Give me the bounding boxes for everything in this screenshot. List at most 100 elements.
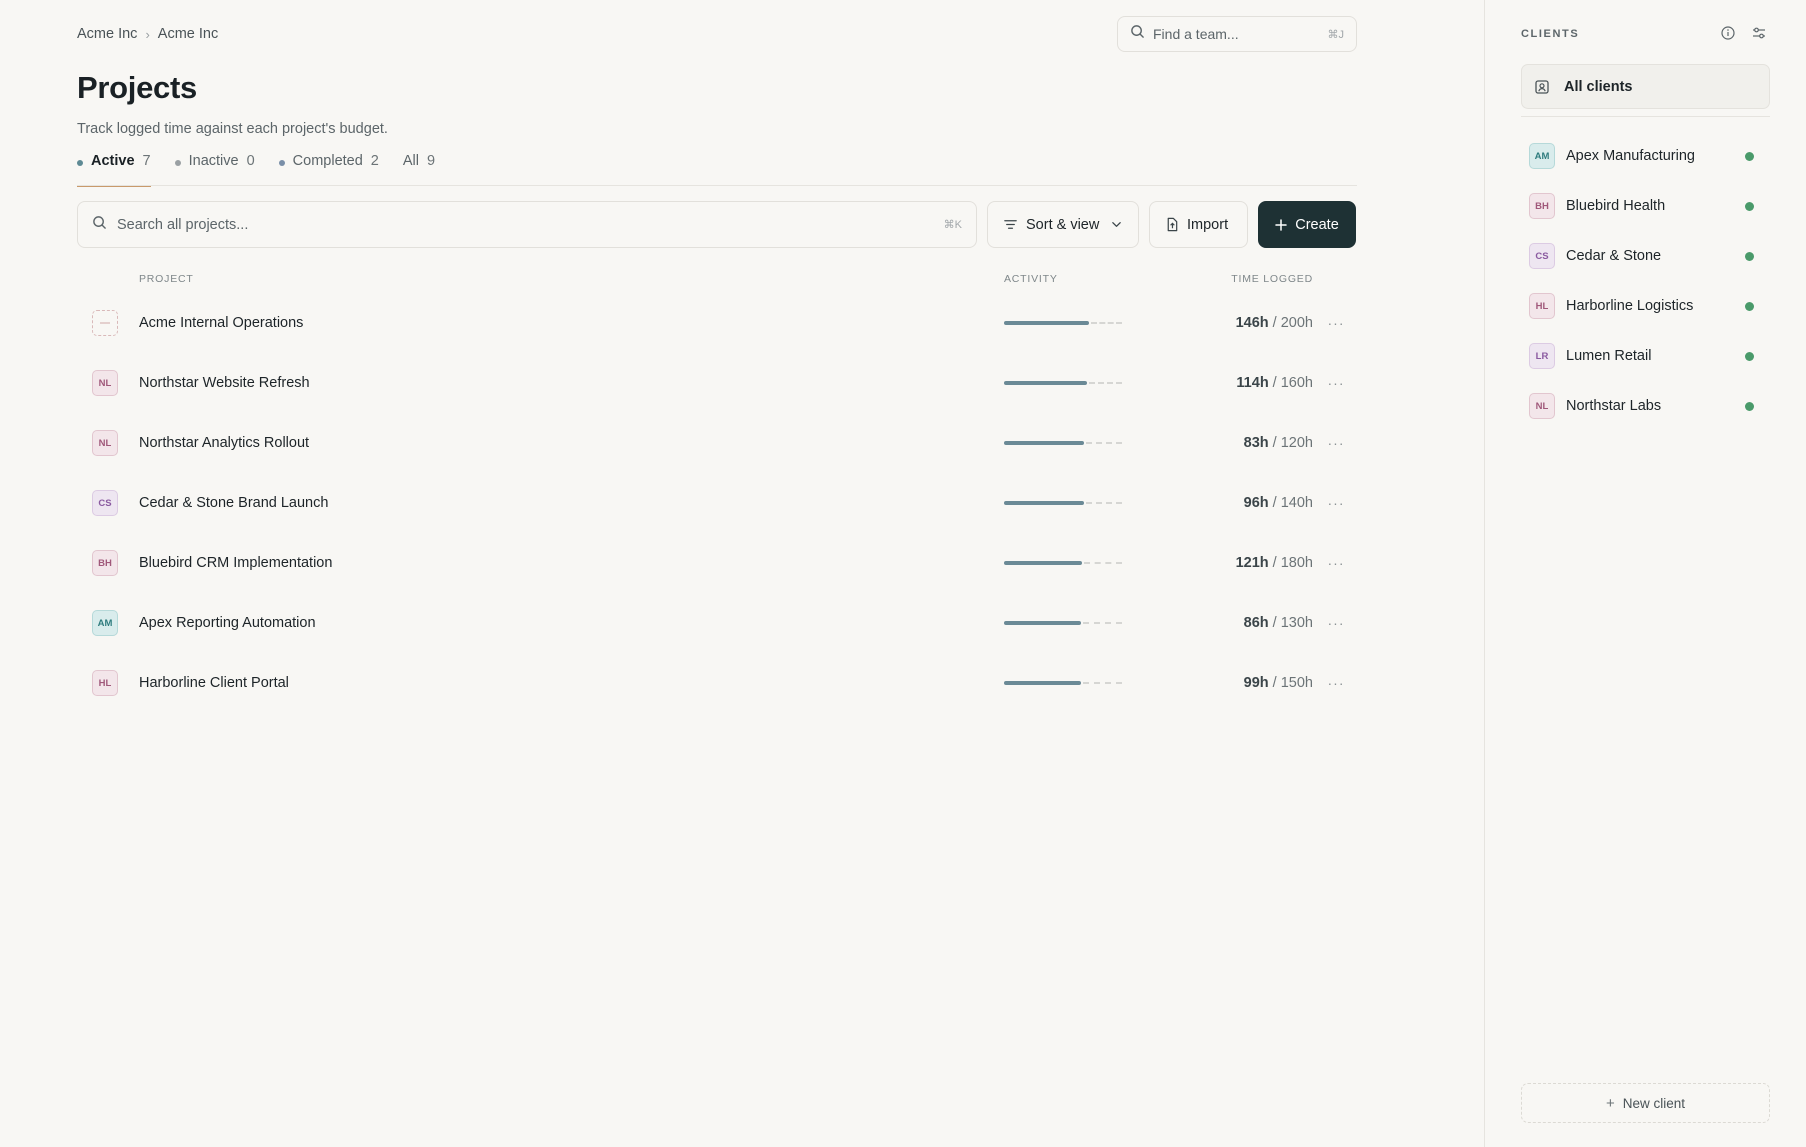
tab-completed[interactable]: Completed 2 bbox=[278, 150, 379, 186]
status-dot bbox=[1745, 301, 1754, 311]
table-row[interactable]: AM Apex Reporting Automation 86h/ 130h ··· bbox=[77, 593, 1357, 653]
more-options-icon[interactable]: ··· bbox=[1327, 375, 1345, 391]
activity-bar-remaining bbox=[1084, 562, 1122, 564]
client-avatar: NL bbox=[92, 370, 118, 396]
logged-hours: 121h bbox=[1235, 555, 1269, 571]
all-clients-item[interactable]: All clients bbox=[1521, 64, 1770, 109]
tab-inactive[interactable]: Inactive 0 bbox=[174, 150, 255, 186]
client-item[interactable]: CS Cedar & Stone bbox=[1521, 231, 1770, 281]
create-button[interactable]: Create bbox=[1258, 201, 1356, 248]
page-title: Projects bbox=[77, 70, 197, 105]
activity-bar-fill bbox=[1004, 381, 1087, 385]
client-item[interactable]: HL Harborline Logistics bbox=[1521, 281, 1770, 331]
more-options-icon[interactable]: ··· bbox=[1327, 555, 1345, 571]
table-row[interactable]: CS Cedar & Stone Brand Launch 96h/ 140h ··· bbox=[77, 473, 1357, 533]
client-item[interactable]: BH Bluebird Health bbox=[1521, 181, 1770, 231]
budget-hours: / 130h bbox=[1272, 615, 1313, 631]
project-name[interactable]: Northstar Website Refresh bbox=[139, 375, 310, 391]
project-name[interactable]: Northstar Analytics Rollout bbox=[139, 435, 309, 451]
activity-bar-remaining bbox=[1086, 442, 1122, 444]
plus-icon bbox=[1275, 218, 1287, 231]
client-name: Northstar Labs bbox=[1566, 398, 1662, 414]
activity-bar-fill bbox=[1004, 441, 1084, 445]
tab-count: 2 bbox=[370, 153, 379, 169]
time-logged: 114h/ 160h bbox=[1236, 375, 1313, 391]
breadcrumb-item[interactable]: Acme Inc bbox=[77, 26, 137, 42]
tab-all[interactable]: All 9 bbox=[403, 150, 435, 186]
activity-bar-remaining bbox=[1089, 382, 1122, 384]
budget-hours: / 180h bbox=[1272, 555, 1313, 571]
activity-bar bbox=[1004, 441, 1122, 445]
all-clients-label: All clients bbox=[1564, 78, 1633, 95]
logged-hours: 146h bbox=[1235, 315, 1269, 331]
chevron-down-icon bbox=[1111, 219, 1122, 230]
client-item[interactable]: AM Apex Manufacturing bbox=[1521, 131, 1770, 181]
time-logged: 86h/ 130h bbox=[1244, 615, 1313, 631]
project-name[interactable]: Bluebird CRM Implementation bbox=[139, 555, 332, 571]
more-options-icon[interactable]: ··· bbox=[1327, 435, 1345, 451]
table-row[interactable]: NL Northstar Analytics Rollout 83h/ 120h ··… bbox=[77, 413, 1357, 473]
client-avatar: BH bbox=[1529, 193, 1555, 219]
new-client-button[interactable]: + New client bbox=[1521, 1083, 1770, 1123]
client-item[interactable]: LR Lumen Retail bbox=[1521, 331, 1770, 381]
project-name[interactable]: Cedar & Stone Brand Launch bbox=[139, 495, 328, 511]
tab-count: 9 bbox=[427, 153, 436, 169]
import-label: Import bbox=[1187, 216, 1229, 233]
more-options-icon[interactable]: ··· bbox=[1327, 615, 1345, 631]
tab-label: Inactive bbox=[188, 153, 239, 169]
sort-view-button[interactable]: Sort & view bbox=[987, 201, 1139, 248]
budget-hours: / 120h bbox=[1272, 435, 1313, 451]
client-name: Bluebird Health bbox=[1566, 198, 1666, 214]
import-button[interactable]: Import bbox=[1149, 201, 1248, 248]
project-search-input[interactable]: Search all projects... ⌘K bbox=[77, 201, 977, 248]
client-name: Cedar & Stone bbox=[1566, 248, 1662, 264]
more-options-icon[interactable]: ··· bbox=[1327, 675, 1345, 691]
team-search-input[interactable]: Find a team... ⌘J bbox=[1117, 16, 1357, 52]
activity-bar bbox=[1004, 621, 1122, 625]
logged-hours: 114h bbox=[1236, 375, 1269, 391]
project-name[interactable]: Acme Internal Operations bbox=[139, 315, 303, 331]
client-avatar: NL bbox=[92, 430, 118, 456]
time-logged: 121h/ 180h bbox=[1236, 555, 1313, 571]
tab-count: 0 bbox=[246, 153, 255, 169]
table-row[interactable]: HL Harborline Client Portal 99h/ 150h ··· bbox=[77, 653, 1357, 713]
activity-bar-remaining bbox=[1083, 622, 1122, 624]
table-header: PROJECT ACTIVITY TIME LOGGED bbox=[77, 273, 1357, 287]
activity-bar-fill bbox=[1004, 621, 1081, 625]
table-row[interactable]: BH Bluebird CRM Implementation 121h/ 180h ·… bbox=[77, 533, 1357, 593]
search-icon bbox=[92, 215, 107, 235]
settings-sliders-icon[interactable] bbox=[1750, 24, 1768, 42]
status-dot bbox=[278, 160, 285, 166]
budget-hours: / 140h bbox=[1272, 495, 1313, 511]
column-header-project: PROJECT bbox=[139, 273, 194, 285]
more-options-icon[interactable]: ··· bbox=[1327, 315, 1345, 331]
activity-bar-remaining bbox=[1091, 322, 1122, 324]
status-dot bbox=[1745, 201, 1754, 211]
table-row[interactable]: Acme Internal Operations 146h/ 200h ··· bbox=[77, 293, 1357, 353]
new-client-label: New client bbox=[1622, 1095, 1686, 1111]
status-dot bbox=[77, 160, 83, 166]
client-avatar: HL bbox=[92, 670, 118, 696]
sort-view-label: Sort & view bbox=[1026, 216, 1100, 233]
client-avatar: LR bbox=[1529, 343, 1555, 369]
client-item[interactable]: NL Northstar Labs bbox=[1521, 381, 1770, 431]
project-name[interactable]: Harborline Client Portal bbox=[139, 675, 289, 691]
project-search-placeholder: Search all projects... bbox=[117, 216, 249, 233]
client-name: Apex Manufacturing bbox=[1566, 148, 1695, 164]
client-avatar: NL bbox=[1529, 393, 1555, 419]
tab-label: Active bbox=[91, 153, 135, 169]
time-logged: 146h/ 200h bbox=[1236, 315, 1313, 331]
info-icon[interactable] bbox=[1719, 24, 1737, 42]
divider bbox=[1521, 116, 1770, 117]
tab-count: 7 bbox=[142, 153, 151, 169]
budget-hours: / 160h bbox=[1272, 375, 1313, 391]
breadcrumb-item[interactable]: Acme Inc bbox=[158, 26, 218, 42]
logged-hours: 96h bbox=[1243, 495, 1269, 511]
status-dot bbox=[1745, 151, 1754, 161]
tab-active[interactable]: Active 7 bbox=[77, 150, 151, 187]
activity-bar bbox=[1004, 501, 1122, 505]
table-row[interactable]: NL Northstar Website Refresh 114h/ 160h ··· bbox=[77, 353, 1357, 413]
project-name[interactable]: Apex Reporting Automation bbox=[139, 615, 316, 631]
more-options-icon[interactable]: ··· bbox=[1327, 495, 1345, 511]
sidebar-title: CLIENTS bbox=[1521, 28, 1580, 40]
